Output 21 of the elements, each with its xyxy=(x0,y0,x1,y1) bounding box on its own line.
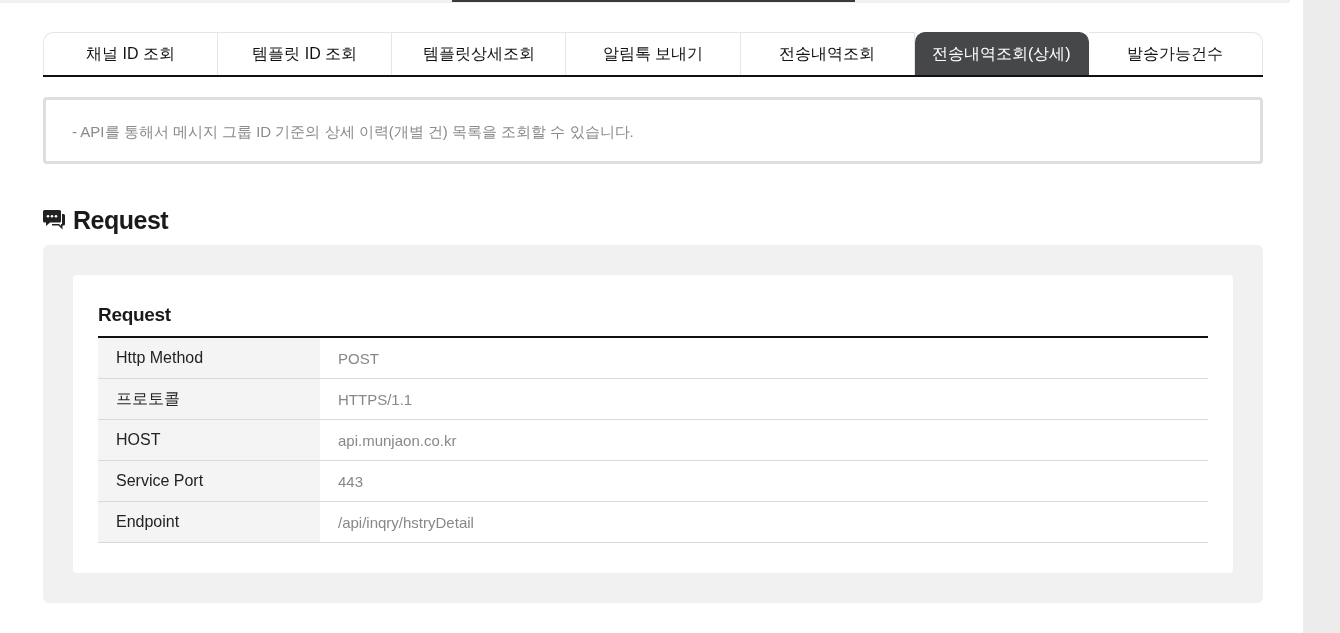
tab[interactable]: 템플릿상세조회 xyxy=(392,32,567,75)
row-label: Http Method xyxy=(98,338,320,378)
row-label: HOST xyxy=(98,420,320,460)
row-label: Endpoint xyxy=(98,502,320,542)
tab[interactable]: 전송내역조회(상세) xyxy=(914,32,1089,75)
section-title: Request xyxy=(73,205,169,235)
tab[interactable]: 채널 ID 조회 xyxy=(43,32,219,75)
card-title: Request xyxy=(98,303,172,327)
row-value: api.munjaon.co.kr xyxy=(337,430,458,451)
description-text: - API를 통해서 메시지 그룹 ID 기준의 상세 이력(개별 건) 목록을 조회할 수 있습니다. xyxy=(72,121,634,142)
row-value: /api/inqry/hstryDetail xyxy=(337,512,475,533)
tab[interactable]: 발송가능건수 xyxy=(1088,32,1263,75)
tab[interactable]: 알림톡 보내기 xyxy=(566,32,741,75)
row-value: HTTPS/1.1 xyxy=(337,389,414,410)
row-label: Service Port xyxy=(98,461,320,501)
row-value: POST xyxy=(337,348,380,369)
row-value: 443 xyxy=(337,471,365,492)
tab[interactable]: 전송내역조회 xyxy=(740,32,915,75)
row-label: 프로토콜 xyxy=(98,379,320,419)
speech-bubbles-icon xyxy=(43,210,65,230)
tab[interactable]: 템플릿 ID 조회 xyxy=(218,32,393,75)
